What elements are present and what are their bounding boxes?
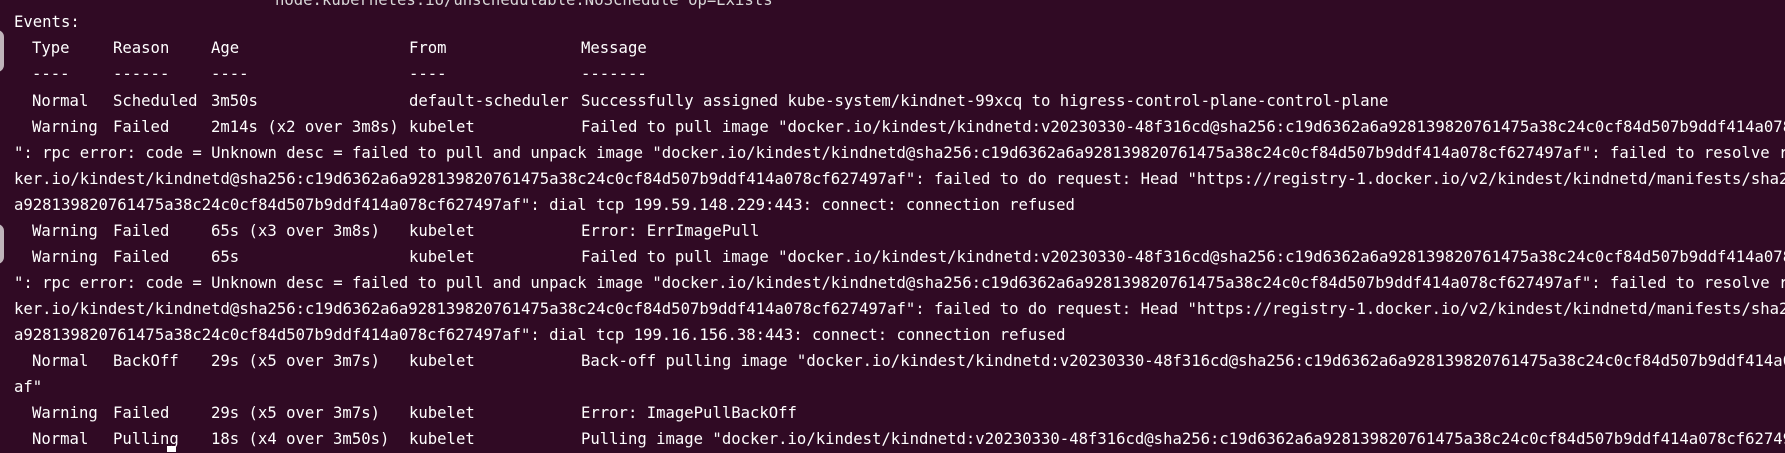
separator-age: ----	[211, 65, 249, 83]
header-from: From	[409, 39, 447, 57]
event-reason: Failed	[113, 118, 170, 136]
event-from: kubelet	[409, 430, 475, 448]
event-message-continuation: ": rpc error: code = Unknown desc = fail…	[14, 274, 1785, 292]
event-message: Pulling image "docker.io/kindest/kindnet…	[581, 430, 1785, 448]
event-row: Normal Scheduled 3m50s default-scheduler…	[0, 88, 1785, 114]
separator-reason: ------	[113, 65, 170, 83]
event-row: Normal Pulling 18s (x4 over 3m50s) kubel…	[0, 426, 1785, 452]
event-message-continuation: af"	[14, 378, 43, 396]
event-row: Normal BackOff 29s (x5 over 3m7s) kubele…	[0, 348, 1785, 374]
event-from: kubelet	[409, 248, 475, 266]
header-message: Message	[581, 39, 647, 57]
event-type: Normal	[32, 430, 89, 448]
event-message-continuation: a928139820761475a38c24c0cf84d507b9ddf414…	[14, 326, 1066, 344]
event-type: Warning	[32, 404, 98, 422]
separator-message: -------	[581, 65, 647, 83]
header-reason: Reason	[113, 39, 170, 57]
event-message: Successfully assigned kube-system/kindne…	[581, 92, 1389, 110]
events-separator-row: ---- ------ ---- ---- -------	[0, 61, 1785, 87]
event-type: Warning	[32, 222, 98, 240]
event-reason: Failed	[113, 248, 170, 266]
event-from: default-scheduler	[409, 92, 569, 110]
event-message: Back-off pulling image "docker.io/kindes…	[581, 352, 1785, 370]
event-from: kubelet	[409, 222, 475, 240]
event-row: Warning Failed 29s (x5 over 3m7s) kubele…	[0, 400, 1785, 426]
event-message-continuation: ker.io/kindest/kindnetd@sha256:c19d6362a…	[14, 170, 1785, 188]
events-header-row: Type Reason Age From Message	[0, 35, 1785, 61]
event-row: Warning Failed 65s kubelet Failed to pul…	[0, 244, 1785, 270]
event-message: Error: ImagePullBackOff	[581, 404, 797, 422]
event-from: kubelet	[409, 352, 475, 370]
event-type: Warning	[32, 248, 98, 266]
terminal-window[interactable]: node.kubernetes.io/unschedulable:NoSched…	[0, 0, 1785, 453]
event-row: Warning Failed 65s (x3 over 3m8s) kubele…	[0, 218, 1785, 244]
event-from: kubelet	[409, 118, 475, 136]
event-age: 29s (x5 over 3m7s)	[211, 404, 380, 422]
separator-type: ----	[32, 65, 70, 83]
event-reason: Failed	[113, 404, 170, 422]
truncated-top-line: node.kubernetes.io/unschedulable:NoSched…	[275, 0, 773, 9]
event-message-continuation: a928139820761475a38c24c0cf84d507b9ddf414…	[14, 196, 1075, 214]
event-type: Warning	[32, 118, 98, 136]
event-message-continuation: ker.io/kindest/kindnetd@sha256:c19d6362a…	[14, 300, 1785, 318]
event-age: 2m14s (x2 over 3m8s)	[211, 118, 399, 136]
event-age: 65s	[211, 248, 240, 266]
event-age: 29s (x5 over 3m7s)	[211, 352, 380, 370]
event-age: 18s (x4 over 3m50s)	[211, 430, 390, 448]
event-from: kubelet	[409, 404, 475, 422]
event-reason: Scheduled	[113, 92, 198, 110]
event-type: Normal	[32, 352, 89, 370]
event-age: 65s (x3 over 3m8s)	[211, 222, 380, 240]
event-reason: BackOff	[113, 352, 179, 370]
header-age: Age	[211, 39, 240, 57]
event-type: Normal	[32, 92, 89, 110]
event-message: Failed to pull image "docker.io/kindest/…	[581, 118, 1785, 136]
events-label: Events:	[14, 13, 80, 31]
event-reason: Failed	[113, 222, 170, 240]
separator-from: ----	[409, 65, 447, 83]
event-message: Failed to pull image "docker.io/kindest/…	[581, 248, 1785, 266]
event-message: Error: ErrImagePull	[581, 222, 760, 240]
terminal-cursor	[167, 446, 176, 452]
event-age: 3m50s	[211, 92, 258, 110]
event-row: Warning Failed 2m14s (x2 over 3m8s) kube…	[0, 114, 1785, 140]
header-type: Type	[32, 39, 70, 57]
event-message-continuation: ": rpc error: code = Unknown desc = fail…	[14, 144, 1785, 162]
